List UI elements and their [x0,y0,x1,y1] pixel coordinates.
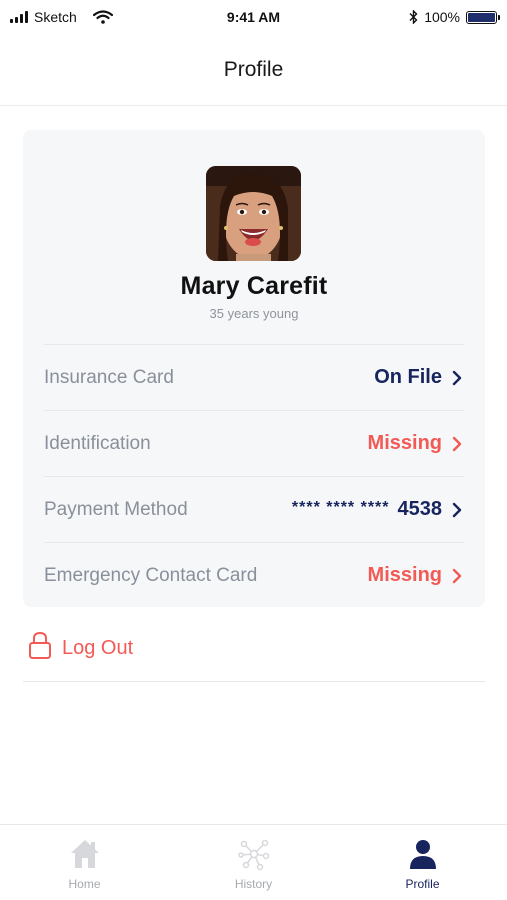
battery-percent: 100% [424,9,460,25]
profile-card: Mary Carefit 35 years young Insurance Ca… [23,130,485,607]
history-network-icon [237,839,269,871]
wifi-icon [92,10,113,24]
row-label: Emergency Contact Card [44,564,258,586]
row-label: Insurance Card [44,366,174,388]
tab-bar: Home History Profile [0,824,507,900]
avatar [206,166,301,261]
row-label: Payment Method [44,498,188,520]
row-status: Missing [368,432,464,455]
profile-rows: Insurance Card On File Identification Mi… [44,344,464,608]
status-value: On File [374,366,442,388]
bluetooth-icon [409,10,418,24]
tab-profile[interactable]: Profile [338,825,507,900]
row-emergency-contact-card[interactable]: Emergency Contact Card Missing [44,542,464,608]
profile-name: Mary Carefit [180,272,328,300]
chevron-right-icon [452,436,462,451]
status-value: Missing [367,432,442,454]
status-time: 9:41 AM [226,9,281,25]
row-identification[interactable]: Identification Missing [44,410,464,476]
tab-home[interactable]: Home [0,825,169,900]
profile-age: 35 years young [209,306,299,321]
status-bar: Sketch 9:41 AM 100% [0,0,507,34]
row-label: Identification [44,432,151,454]
row-insurance-card[interactable]: Insurance Card On File [44,344,464,410]
chevron-right-icon [452,502,462,517]
navigation-bar: Profile [0,34,507,106]
lock-icon [29,631,51,659]
status-left: Sketch [10,9,180,25]
home-icon [70,840,99,868]
logout-button[interactable]: Log Out [23,630,485,682]
carrier-label: Sketch [34,9,77,25]
status-right: 100% [327,9,500,25]
tab-history[interactable]: History [169,825,338,900]
status-value: Missing [367,564,442,586]
tab-label: History [234,877,273,891]
chevron-right-icon [452,568,462,583]
row-status: Missing [368,564,464,587]
masked-card-digits: **** **** **** [291,498,390,516]
tab-label: Home [68,877,101,891]
row-status: **** **** **** 4538 [292,498,464,521]
person-icon [409,840,436,869]
row-payment-method[interactable]: Payment Method **** **** **** 4538 [44,476,464,542]
page-title: Profile [223,57,284,81]
battery-icon [466,10,500,24]
chevron-right-icon [452,370,462,385]
logout-label: Log Out [62,637,134,659]
card-last-four: 4538 [397,498,443,520]
tab-label: Profile [405,877,440,891]
row-status: On File [374,366,464,389]
signal-icon [10,11,28,23]
